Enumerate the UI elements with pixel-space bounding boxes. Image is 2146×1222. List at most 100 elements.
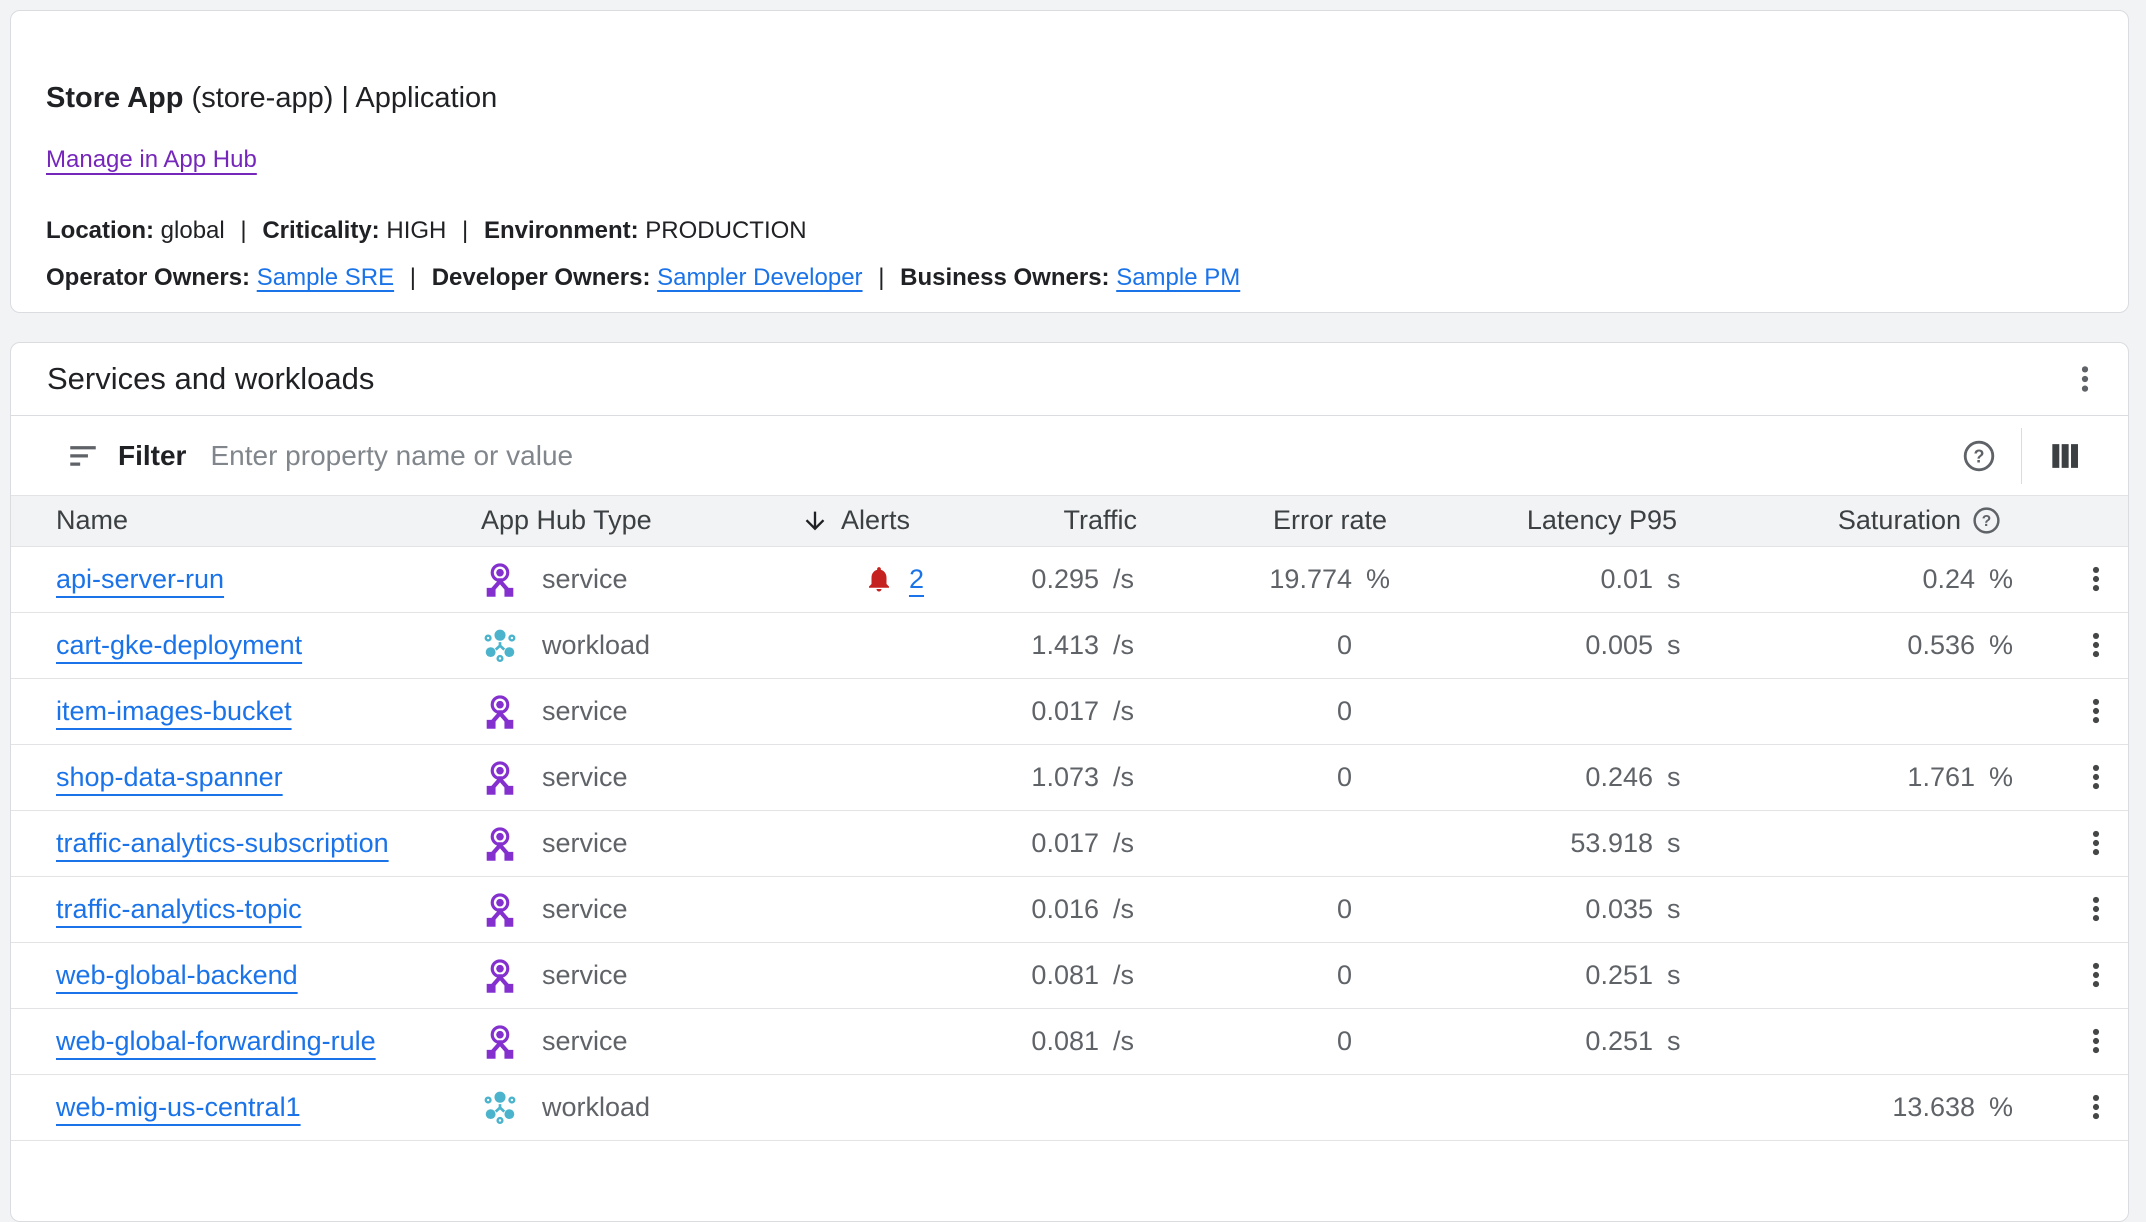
table-body: api-server-run [11, 546, 2128, 1140]
traffic-cell: 0.081/s [966, 1008, 1151, 1074]
resource-link[interactable]: traffic-analytics-topic [56, 894, 302, 924]
workload-icon [481, 1088, 519, 1126]
row-overflow-menu-button[interactable] [2080, 959, 2112, 991]
name-cell: cart-gke-deployment [11, 612, 466, 678]
table-header-row: Name App Hub Type Alerts Traffic Error r… [11, 496, 2128, 546]
panel-overflow-menu-button[interactable] [2068, 362, 2102, 396]
resource-link[interactable]: item-images-bucket [56, 696, 292, 726]
separator: | [240, 217, 246, 244]
traffic-cell: 0.081/s [966, 942, 1151, 1008]
resource-link[interactable]: web-mig-us-central1 [56, 1092, 301, 1122]
kebab-icon [2080, 761, 2112, 793]
name-cell: shop-data-spanner [11, 744, 466, 810]
table-row: web-global-forwarding-rule [11, 1008, 2128, 1074]
kebab-icon [2080, 959, 2112, 991]
developer-owner-link[interactable]: Sampler Developer [657, 264, 862, 291]
traffic-cell: 1.413/s [966, 612, 1151, 678]
row-actions-cell [2016, 1074, 2128, 1140]
error-rate-cell: 0 [1151, 744, 1401, 810]
app-subtitle: (store-app) | Application [183, 82, 497, 114]
kebab-icon [2080, 695, 2112, 727]
alerts-cell [796, 744, 966, 810]
app-hub-type-cell: service [466, 942, 796, 1008]
operator-owner-link[interactable]: Sample SRE [257, 264, 394, 291]
svg-text:?: ? [1974, 446, 1985, 466]
error-rate-cell: 0 [1151, 876, 1401, 942]
kebab-icon [2080, 1025, 2112, 1057]
saturation-cell [1691, 942, 2016, 1008]
separator: | [410, 264, 416, 291]
table-row: api-server-run [11, 546, 2128, 612]
row-actions-cell [2016, 876, 2128, 942]
manage-in-app-hub-link[interactable]: Manage in App Hub [46, 146, 257, 174]
column-header-traffic[interactable]: Traffic [966, 496, 1151, 546]
alerts-cell [796, 942, 966, 1008]
column-header-error-rate[interactable]: Error rate [1151, 496, 1401, 546]
row-overflow-menu-button[interactable] [2080, 827, 2112, 859]
traffic-cell: 0.295/s [966, 546, 1151, 612]
resource-link[interactable]: shop-data-spanner [56, 762, 283, 792]
criticality-label: Criticality: [262, 217, 379, 244]
panel-title: Services and workloads [47, 361, 2068, 397]
column-header-latency-p95[interactable]: Latency P95 [1401, 496, 1691, 546]
alerts-cell [796, 1008, 966, 1074]
app-hub-type-cell: service [466, 810, 796, 876]
traffic-cell [966, 1074, 1151, 1140]
criticality-value: HIGH [386, 217, 446, 244]
error-rate-cell: 0 [1151, 1008, 1401, 1074]
svg-text:?: ? [1982, 513, 1991, 530]
services-table: Name App Hub Type Alerts Traffic Error r… [11, 496, 2128, 1141]
error-rate-cell: 19.774% [1151, 546, 1401, 612]
service-icon [481, 1022, 519, 1060]
column-header-app-hub-type[interactable]: App Hub Type [466, 496, 796, 546]
row-overflow-menu-button[interactable] [2080, 1091, 2112, 1123]
error-rate-cell: 0 [1151, 678, 1401, 744]
app-hub-type-cell: service [466, 546, 796, 612]
type-label: service [542, 894, 628, 925]
filter-help-button[interactable]: ? [1961, 438, 1997, 474]
resource-link[interactable]: web-global-backend [56, 960, 298, 990]
resource-link[interactable]: traffic-analytics-subscription [56, 828, 389, 858]
columns-icon [2046, 437, 2084, 475]
service-icon [481, 824, 519, 862]
row-actions-cell [2016, 612, 2128, 678]
table-row: cart-gke-deployment [11, 612, 2128, 678]
help-icon[interactable]: ? [1971, 505, 2002, 536]
alerts-cell: 2 [796, 546, 966, 612]
saturation-cell [1691, 876, 2016, 942]
name-cell: web-mig-us-central1 [11, 1074, 466, 1140]
resource-link[interactable]: api-server-run [56, 564, 224, 594]
separator: | [462, 217, 468, 244]
resource-link[interactable]: cart-gke-deployment [56, 630, 302, 660]
row-overflow-menu-button[interactable] [2080, 893, 2112, 925]
environment-label: Environment: [484, 217, 639, 244]
row-overflow-menu-button[interactable] [2080, 695, 2112, 727]
latency-p95-cell: 0.01s [1401, 546, 1691, 612]
name-cell: item-images-bucket [11, 678, 466, 744]
row-overflow-menu-button[interactable] [2080, 563, 2112, 595]
app-hub-type-cell: service [466, 876, 796, 942]
column-header-alerts[interactable]: Alerts [796, 496, 966, 546]
error-rate-cell: 0 [1151, 612, 1401, 678]
type-label: service [542, 762, 628, 793]
filter-input[interactable] [210, 440, 1961, 472]
row-overflow-menu-button[interactable] [2080, 761, 2112, 793]
location-value: global [161, 217, 225, 244]
name-cell: traffic-analytics-subscription [11, 810, 466, 876]
column-display-options-button[interactable] [2046, 437, 2084, 475]
sort-descending-icon [801, 507, 829, 535]
column-header-saturation[interactable]: Saturation ? [1691, 496, 2016, 546]
business-owner-link[interactable]: Sample PM [1116, 264, 1240, 291]
row-overflow-menu-button[interactable] [2080, 629, 2112, 661]
row-overflow-menu-button[interactable] [2080, 1025, 2112, 1057]
app-hub-type-cell: service [466, 744, 796, 810]
latency-p95-cell [1401, 1074, 1691, 1140]
alert-count-link[interactable]: 2 [909, 564, 924, 595]
business-owners-label: Business Owners: [900, 264, 1109, 291]
column-header-name[interactable]: Name [11, 496, 466, 546]
panel-header: Services and workloads [11, 343, 2128, 416]
row-actions-cell [2016, 810, 2128, 876]
location-label: Location: [46, 217, 154, 244]
resource-link[interactable]: web-global-forwarding-rule [56, 1026, 376, 1056]
services-workloads-panel: Services and workloads Filter ? [10, 342, 2129, 1222]
